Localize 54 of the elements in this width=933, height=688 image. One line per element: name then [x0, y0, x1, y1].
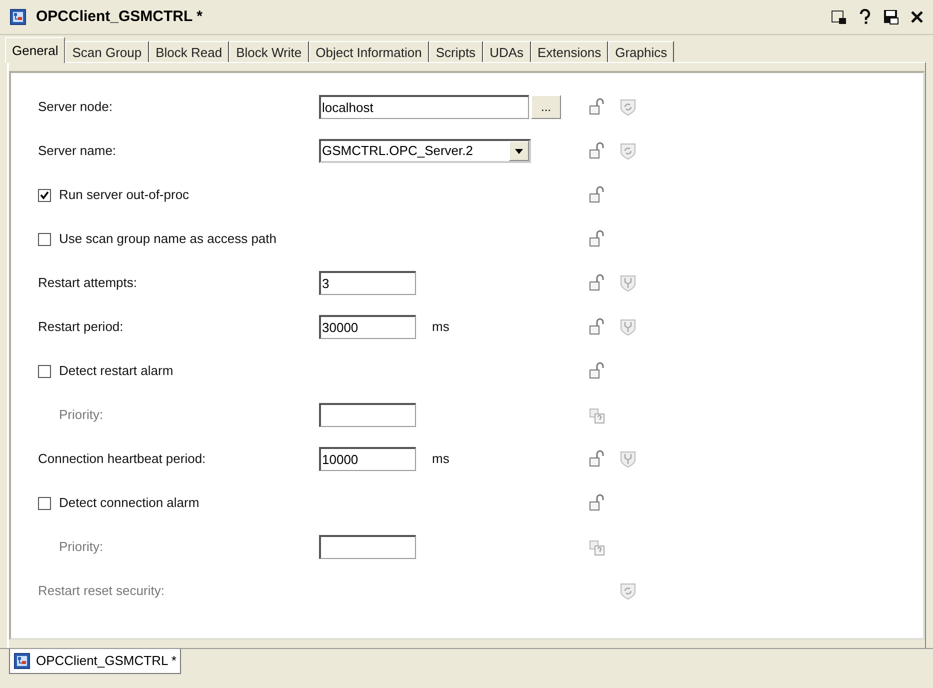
checkbox-label: Run server out-of-proc — [59, 186, 190, 204]
tab[interactable]: UDAs — [482, 41, 531, 63]
tab[interactable]: Scripts — [428, 41, 483, 63]
field-label: Server name: — [38, 143, 116, 158]
unlocked-padlock-icon[interactable] — [588, 186, 604, 204]
unit-label: ms — [432, 450, 450, 468]
checkbox-label: Detect restart alarm — [59, 362, 174, 380]
unlocked-padlock-icon[interactable] — [588, 494, 604, 512]
checkbox[interactable] — [38, 496, 51, 510]
save-icon[interactable] — [883, 9, 899, 25]
tab[interactable]: Block Write — [229, 41, 309, 63]
field-label: Server node: — [38, 99, 112, 114]
unlocked-padlock-icon[interactable] — [588, 362, 604, 380]
checkbox-label: Use scan group name as access path — [59, 230, 277, 248]
input-field[interactable]: 30000 — [319, 315, 416, 339]
shield-fork-icon[interactable] — [620, 450, 636, 468]
tab[interactable]: Block Read — [148, 41, 230, 63]
field-label: Connection heartbeat period: — [38, 451, 206, 466]
browse-button[interactable]: ... — [531, 95, 561, 119]
unlocked-padlock-icon[interactable] — [588, 274, 604, 292]
unlocked-padlock-icon[interactable] — [588, 142, 604, 160]
field-label: Restart reset security: — [38, 583, 164, 598]
checkbox[interactable] — [38, 188, 51, 202]
unlocked-padlock-icon[interactable] — [588, 318, 604, 336]
unlocked-padlock-icon[interactable] — [588, 98, 604, 116]
shield-sync-icon[interactable] — [620, 98, 636, 116]
tab[interactable]: General — [5, 37, 66, 63]
input-field[interactable]: localhost — [319, 95, 529, 119]
shield-fork-icon[interactable] — [620, 274, 636, 292]
tab[interactable]: Graphics — [608, 41, 674, 63]
close-icon[interactable] — [911, 11, 923, 23]
app-icon — [14, 653, 30, 669]
document-tab[interactable]: OPCClient_GSMCTRL * — [9, 649, 182, 674]
checkbox[interactable] — [38, 364, 51, 378]
shield-fork-icon[interactable] — [620, 318, 636, 336]
field-label: Restart period: — [38, 319, 124, 334]
field-label: Priority: — [58, 539, 104, 554]
input-field[interactable]: 3 — [319, 271, 416, 295]
help-icon[interactable] — [859, 9, 871, 25]
field-label: Priority: — [58, 407, 104, 422]
input-field[interactable]: 10000 — [319, 447, 416, 471]
unlocked-padlock-icon[interactable] — [588, 450, 604, 468]
tab[interactable]: Object Information — [308, 41, 429, 63]
shield-sync-icon[interactable] — [620, 142, 636, 160]
window-title: OPCClient_GSMCTRL * — [36, 6, 204, 27]
tab[interactable]: Extensions — [530, 41, 608, 63]
tab[interactable]: Scan Group — [65, 41, 149, 63]
dropdown[interactable]: GSMCTRL.OPC_Server.2 — [319, 139, 531, 163]
unit-label: ms — [432, 318, 450, 336]
field-label: Restart attempts: — [38, 275, 137, 290]
checkbox[interactable] — [38, 232, 51, 246]
unlocked-padlock-icon[interactable] — [588, 230, 604, 248]
checkbox-label: Detect connection alarm — [59, 494, 200, 512]
app-icon — [10, 9, 26, 25]
